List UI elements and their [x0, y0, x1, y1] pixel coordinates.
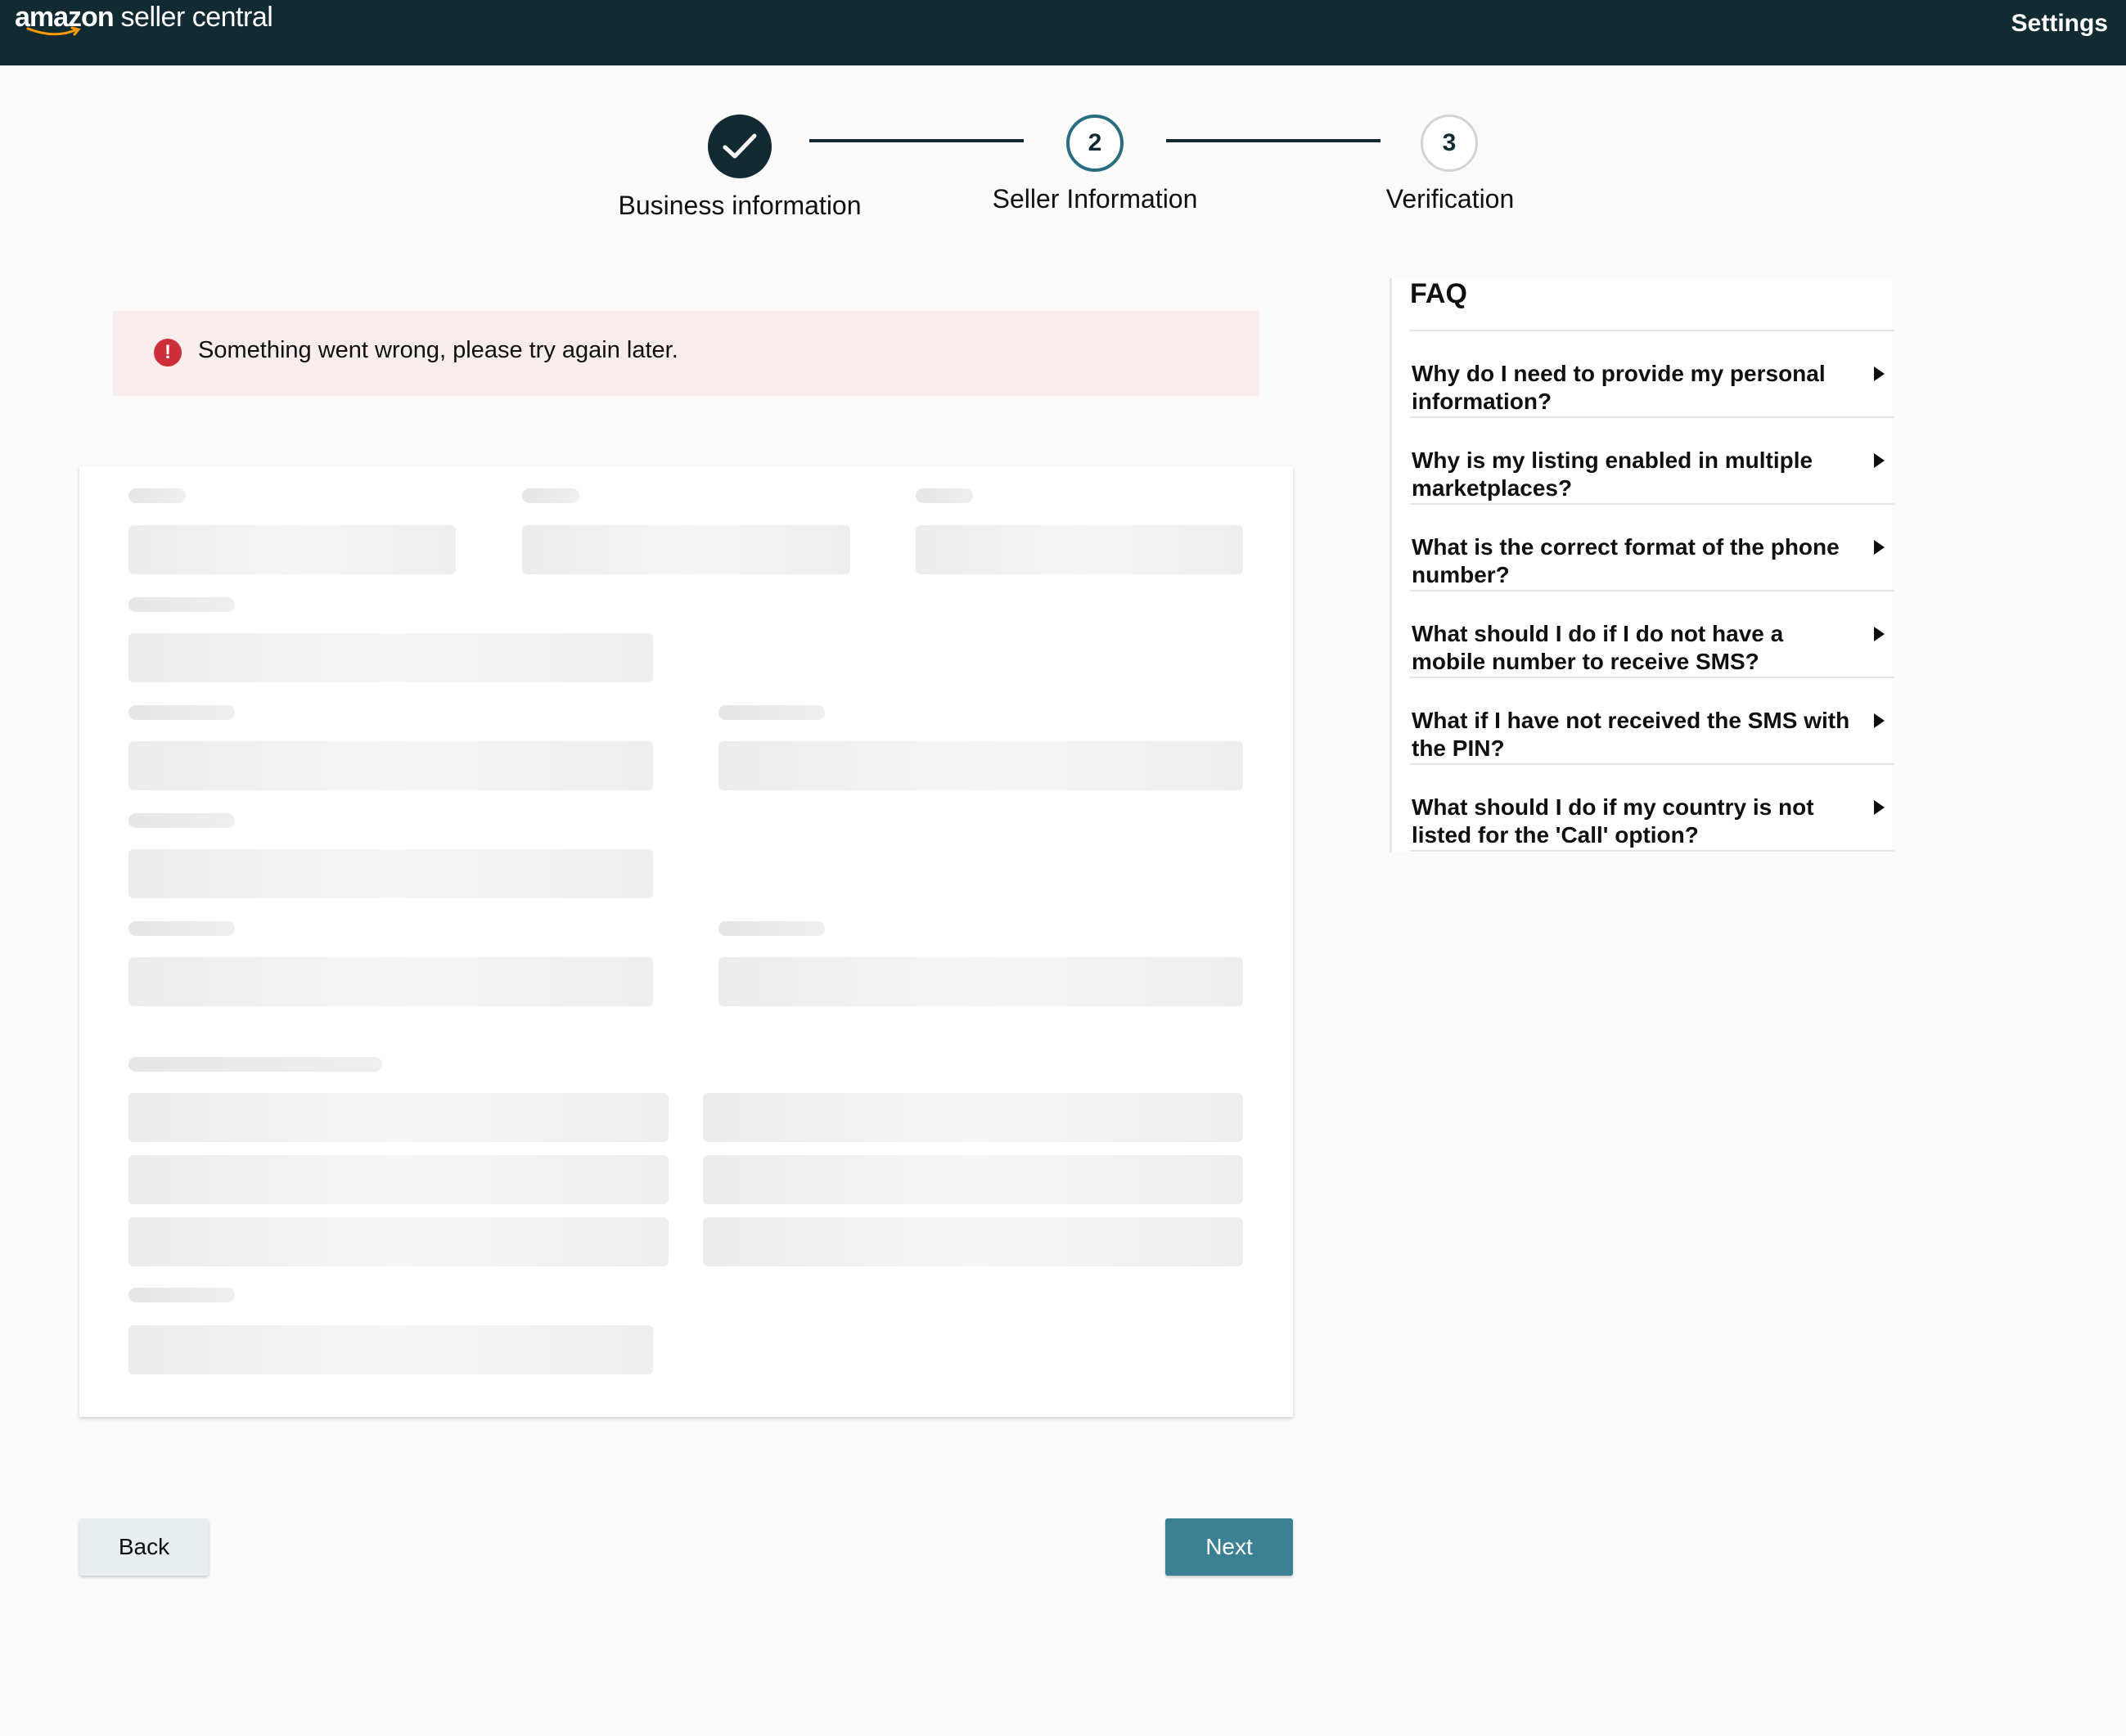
exclamation-icon: !: [154, 339, 182, 367]
step-2-current-marker: 2: [1066, 115, 1124, 172]
skeleton-field: [128, 741, 653, 790]
faq-divider: [1410, 763, 1894, 765]
faq-divider: [1410, 330, 1894, 331]
skeleton-field: [128, 1093, 669, 1142]
skeleton-label: [718, 705, 825, 720]
skeleton-label: [128, 488, 186, 503]
faq-divider: [1410, 503, 1894, 505]
logo-product-text: seller central: [113, 2, 273, 33]
back-button[interactable]: Back: [79, 1518, 209, 1576]
faq-divider: [1410, 677, 1894, 678]
skeleton-field: [703, 1217, 1243, 1266]
skeleton-label: [128, 921, 235, 936]
skeleton-field: [718, 741, 1243, 790]
skeleton-field: [703, 1093, 1243, 1142]
caret-right-icon: [1874, 367, 1885, 381]
step-2-label: Seller Information: [992, 184, 1198, 214]
checkmark-icon: [723, 133, 757, 159]
skeleton-field: [718, 957, 1243, 1006]
skeleton-field: [128, 849, 653, 898]
step-3-label: Verification: [1385, 184, 1515, 214]
faq-question: What is the correct format of the phone …: [1412, 534, 1840, 587]
caret-right-icon: [1874, 453, 1885, 468]
skeleton-label: [128, 705, 235, 720]
faq-item[interactable]: What is the correct format of the phone …: [1412, 533, 1891, 618]
step-3-upcoming-marker: 3: [1421, 115, 1478, 172]
settings-link[interactable]: Settings: [2011, 10, 2108, 38]
skeleton-field: [522, 525, 850, 574]
skeleton-field: [916, 525, 1243, 574]
skeleton-field: [128, 957, 653, 1006]
faq-item[interactable]: Why do I need to provide my personal inf…: [1412, 360, 1891, 445]
faq-question: Why is my listing enabled in multiple ma…: [1412, 447, 1813, 501]
skeleton-field: [128, 525, 456, 574]
step-1-label: Business information: [618, 191, 862, 220]
faq-item[interactable]: Why is my listing enabled in multiple ma…: [1412, 447, 1891, 532]
skeleton-field: [128, 1155, 669, 1204]
faq-divider: [1410, 590, 1894, 591]
skeleton-label: [916, 488, 973, 503]
skeleton-field: [703, 1155, 1243, 1204]
skeleton-label: [128, 813, 235, 828]
faq-question: What should I do if I do not have a mobi…: [1412, 621, 1784, 674]
skeleton-label: [128, 1288, 235, 1302]
caret-right-icon: [1874, 713, 1885, 728]
faq-question: What if I have not received the SMS with…: [1412, 708, 1850, 761]
caret-right-icon: [1874, 540, 1885, 555]
skeleton-field: [128, 1325, 653, 1374]
faq-divider: [1410, 850, 1894, 852]
skeleton-field: [128, 1217, 669, 1266]
faq-title: FAQ: [1410, 278, 1467, 309]
caret-right-icon: [1874, 800, 1885, 815]
skeleton-section-title: [128, 1057, 382, 1072]
error-alert-banner: ! Something went wrong, please try again…: [113, 311, 1259, 396]
skeleton-field: [128, 633, 653, 682]
faq-question: Why do I need to provide my personal inf…: [1412, 361, 1826, 414]
caret-right-icon: [1874, 627, 1885, 641]
faq-divider: [1410, 416, 1894, 418]
skeleton-label: [128, 597, 235, 612]
amazon-smile-icon: [26, 26, 81, 36]
faq-question: What should I do if my country is not li…: [1412, 794, 1814, 848]
step-connector-2: [1166, 139, 1381, 142]
next-button[interactable]: Next: [1165, 1518, 1293, 1576]
faq-item[interactable]: What should I do if I do not have a mobi…: [1412, 620, 1891, 705]
skeleton-label: [718, 921, 825, 936]
step-connector-1: [809, 139, 1024, 142]
faq-item[interactable]: What if I have not received the SMS with…: [1412, 707, 1891, 792]
step-1-complete-marker: [708, 115, 772, 178]
error-message: Something went wrong, please try again l…: [198, 337, 678, 363]
faq-panel: FAQ Why do I need to provide my personal…: [1390, 278, 1894, 852]
amazon-seller-central-logo[interactable]: amazon seller central: [15, 2, 273, 44]
seller-information-form-loading: [79, 466, 1293, 1417]
top-navigation-bar: amazon seller central Settings: [0, 0, 2126, 65]
faq-item[interactable]: What should I do if my country is not li…: [1412, 794, 1891, 879]
skeleton-label: [522, 488, 579, 503]
